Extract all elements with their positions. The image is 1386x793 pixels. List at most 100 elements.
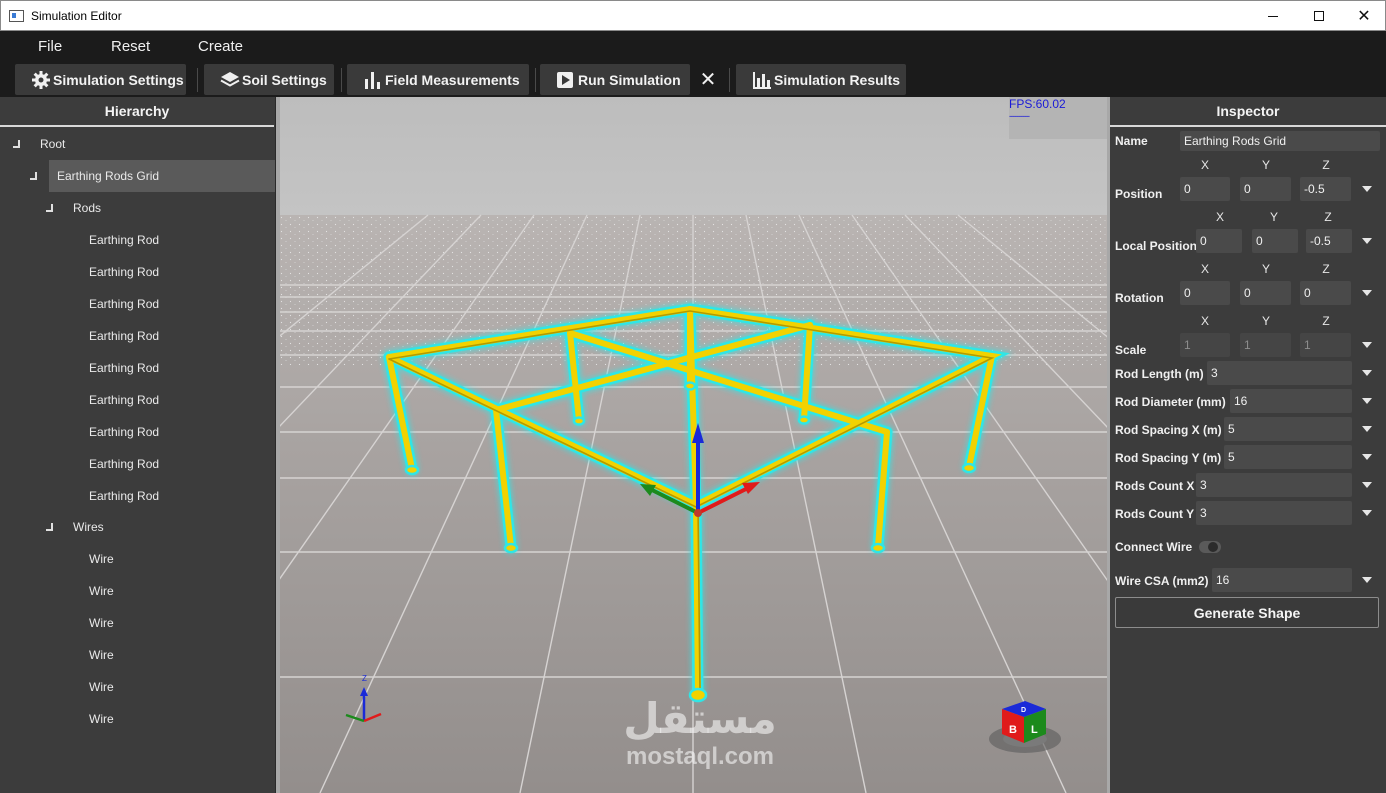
expand-arrow-icon[interactable] — [30, 172, 38, 180]
scale-x-input: 1 — [1180, 333, 1230, 357]
minimize-button[interactable] — [1250, 1, 1296, 31]
tree-item-rods[interactable]: Rods — [0, 192, 275, 224]
tree-item-label: Root — [40, 137, 66, 151]
menu-file[interactable]: File — [38, 38, 62, 55]
position-label: Position — [1115, 187, 1163, 201]
rotation-z-input[interactable]: 0 — [1300, 281, 1351, 305]
soil-settings-label: Soil Settings — [242, 71, 327, 88]
rod-diameter-input[interactable]: 16 — [1230, 389, 1352, 413]
stop-simulation-button[interactable]: ✕ — [694, 64, 722, 95]
expand-arrow-icon[interactable] — [13, 140, 21, 148]
tree-item-earthing-rod[interactable]: Earthing Rod — [0, 448, 275, 480]
rod-length-dropdown-icon[interactable] — [1362, 370, 1372, 376]
tree-item-label: Earthing Rod — [89, 457, 160, 471]
position-x-input[interactable]: 0 — [1180, 177, 1230, 201]
toolbar-separator — [341, 68, 342, 92]
toolbar: Simulation Settings Soil Settings Field … — [0, 62, 1386, 97]
scene-render[interactable]: Z B L D — [280, 97, 1107, 793]
scale-label: Scale — [1115, 343, 1147, 357]
simulation-results-button[interactable]: Simulation Results — [736, 64, 906, 95]
fps-text: FPS:60.02 — [1009, 97, 1066, 111]
local-position-dropdown-icon[interactable] — [1362, 238, 1372, 244]
run-simulation-button[interactable]: Run Simulation — [540, 64, 690, 95]
axis-x-label: X — [1200, 158, 1209, 172]
menu-create[interactable]: Create — [198, 38, 243, 55]
axis-z-label: Z — [362, 674, 367, 683]
tree-item-wire[interactable]: Wire — [0, 639, 275, 671]
tree-item-earthing-rod[interactable]: Earthing Rod — [0, 384, 275, 416]
tree-item-earthing-rod[interactable]: Earthing Rod — [0, 288, 275, 320]
tree-item-wire[interactable]: Wire — [0, 575, 275, 607]
tree-item-wire[interactable]: Wire — [0, 607, 275, 639]
watermark: مستقل mostaql.com — [610, 695, 790, 771]
run-simulation-label: Run Simulation — [578, 71, 681, 88]
inspector-panel: Inspector Name Earthing Rods Grid X Y Z … — [1110, 97, 1386, 793]
rods-count-y-input[interactable]: 3 — [1196, 501, 1352, 525]
wire-csa-input[interactable]: 16 — [1212, 568, 1352, 592]
selected-highlight: Earthing Rods Grid — [49, 160, 275, 192]
rotation-x-input[interactable]: 0 — [1180, 281, 1230, 305]
position-dropdown-icon[interactable] — [1362, 186, 1372, 192]
minimize-icon — [1268, 15, 1278, 17]
tree-item-label: Wire — [89, 584, 114, 598]
maximize-button[interactable] — [1296, 1, 1342, 31]
rod-spacing-x-dropdown-icon[interactable] — [1362, 426, 1372, 432]
generate-shape-button[interactable]: Generate Shape — [1115, 597, 1379, 628]
rods-count-y-dropdown-icon[interactable] — [1362, 510, 1372, 516]
connect-wire-toggle[interactable] — [1199, 541, 1221, 553]
window-close-button[interactable]: ✕ — [1341, 1, 1386, 31]
tree-item-earthing-rod[interactable]: Earthing Rod — [0, 480, 275, 512]
axis-y-label: Y — [1261, 158, 1270, 172]
axis-z-label: Z — [1324, 210, 1332, 224]
tree-item-wire[interactable]: Wire — [0, 543, 275, 575]
field-measurements-label: Field Measurements — [385, 71, 520, 88]
rotation-label: Rotation — [1115, 291, 1164, 305]
expand-arrow-icon[interactable] — [46, 523, 54, 531]
position-z-input[interactable]: -0.5 — [1300, 177, 1351, 201]
bar-chart-icon — [365, 71, 380, 89]
wire-csa-dropdown-icon[interactable] — [1362, 577, 1372, 583]
tree-item-label: Wire — [89, 648, 114, 662]
maximize-icon — [1314, 11, 1324, 21]
local-position-z-input[interactable]: -0.5 — [1306, 229, 1352, 253]
fps-underline: ---------- — [1009, 111, 1030, 121]
scale-dropdown-icon[interactable] — [1362, 342, 1372, 348]
rod-spacing-y-dropdown-icon[interactable] — [1362, 454, 1372, 460]
title-bar: Simulation Editor ✕ — [0, 0, 1386, 31]
rod-diameter-dropdown-icon[interactable] — [1362, 398, 1372, 404]
simulation-settings-button[interactable]: Simulation Settings — [15, 64, 186, 95]
rod-spacing-x-label: Rod Spacing X (m) — [1115, 423, 1222, 437]
tree-item-earthing-rod[interactable]: Earthing Rod — [0, 352, 275, 384]
rods-count-x-input[interactable]: 3 — [1196, 473, 1352, 497]
tree-item-earthing-rod[interactable]: Earthing Rod — [0, 224, 275, 256]
rods-count-x-dropdown-icon[interactable] — [1362, 482, 1372, 488]
rod-length-input[interactable]: 3 — [1207, 361, 1352, 385]
expand-arrow-icon[interactable] — [46, 204, 54, 212]
rod-spacing-x-input[interactable]: 5 — [1224, 417, 1352, 441]
name-label: Name — [1115, 134, 1148, 148]
soil-settings-button[interactable]: Soil Settings — [204, 64, 334, 95]
tree-item-wires[interactable]: Wires — [0, 511, 275, 543]
tree-item-wire[interactable]: Wire — [0, 703, 275, 735]
tree-item-earthing-rod[interactable]: Earthing Rod — [0, 320, 275, 352]
tree-item-label: Earthing Rod — [89, 329, 160, 343]
toolbar-separator — [197, 68, 198, 92]
toolbar-separator — [729, 68, 730, 92]
tree-item-earthing-rod[interactable]: Earthing Rod — [0, 256, 275, 288]
position-y-input[interactable]: 0 — [1240, 177, 1291, 201]
tree-item-label: Wires — [73, 520, 104, 534]
local-position-y-input[interactable]: 0 — [1252, 229, 1298, 253]
tree-item-earthing-rod[interactable]: Earthing Rod — [0, 416, 275, 448]
gear-icon — [32, 70, 50, 89]
field-measurements-button[interactable]: Field Measurements — [347, 64, 529, 95]
scene-viewport[interactable]: Z B L D FPS:60.02 ---------- مستقل mosta… — [276, 97, 1110, 793]
local-position-x-input[interactable]: 0 — [1196, 229, 1242, 253]
rotation-y-input[interactable]: 0 — [1240, 281, 1291, 305]
tree-item-root[interactable]: Root — [0, 128, 275, 160]
tree-item-wire[interactable]: Wire — [0, 671, 275, 703]
name-input[interactable]: Earthing Rods Grid — [1180, 131, 1380, 151]
rotation-dropdown-icon[interactable] — [1362, 290, 1372, 296]
tree-item-earthing-rods-grid[interactable]: Earthing Rods Grid — [0, 160, 275, 192]
menu-reset[interactable]: Reset — [111, 38, 150, 55]
rod-spacing-y-input[interactable]: 5 — [1224, 445, 1352, 469]
